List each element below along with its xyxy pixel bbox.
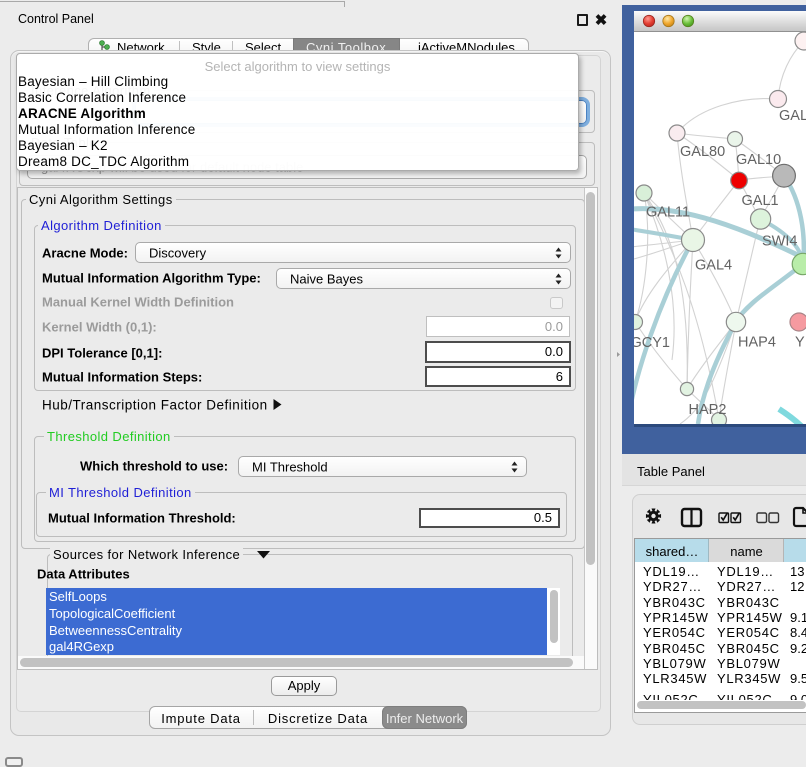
svg-text:GAL4: GAL4 [695,258,732,274]
svg-text:SWI4: SWI4 [762,234,797,250]
svg-text:HAP4: HAP4 [738,335,776,351]
svg-text:Y: Y [795,335,805,351]
svg-text:GAL80: GAL80 [680,144,725,160]
svg-text:GAL11: GAL11 [646,205,690,221]
svg-text:GCY1: GCY1 [634,335,670,351]
svg-text:HAP2: HAP2 [689,402,727,418]
svg-text:GAL10: GAL10 [736,152,781,168]
svg-text:GAL7: GAL7 [779,108,806,124]
svg-text:GAL1: GAL1 [742,193,779,209]
